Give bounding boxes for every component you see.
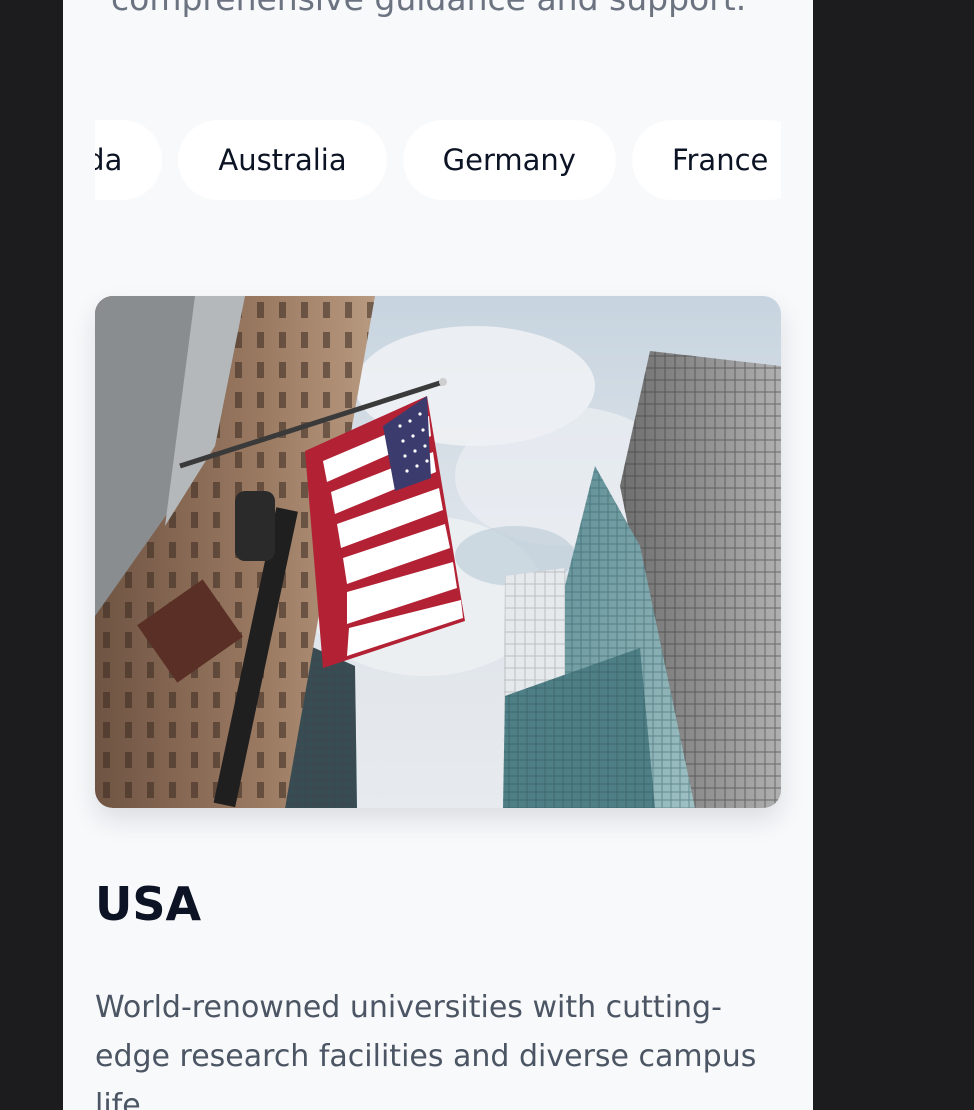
- tab-france[interactable]: France: [631, 120, 781, 200]
- page: comprehensive guidance and support. Cana…: [63, 0, 813, 1110]
- intro-text: comprehensive guidance and support.: [111, 0, 746, 22]
- tab-germany[interactable]: Germany: [402, 120, 616, 200]
- usa-destination-image: [95, 296, 781, 808]
- tab-australia[interactable]: Australia: [178, 120, 387, 200]
- country-tabs-track: Canada Australia Germany France: [95, 120, 781, 200]
- tab-canada[interactable]: Canada: [95, 120, 163, 200]
- card-title: USA: [95, 877, 202, 931]
- card-description: World-renowned universities with cutting…: [95, 990, 757, 1110]
- country-tabs[interactable]: Canada Australia Germany France: [95, 120, 781, 200]
